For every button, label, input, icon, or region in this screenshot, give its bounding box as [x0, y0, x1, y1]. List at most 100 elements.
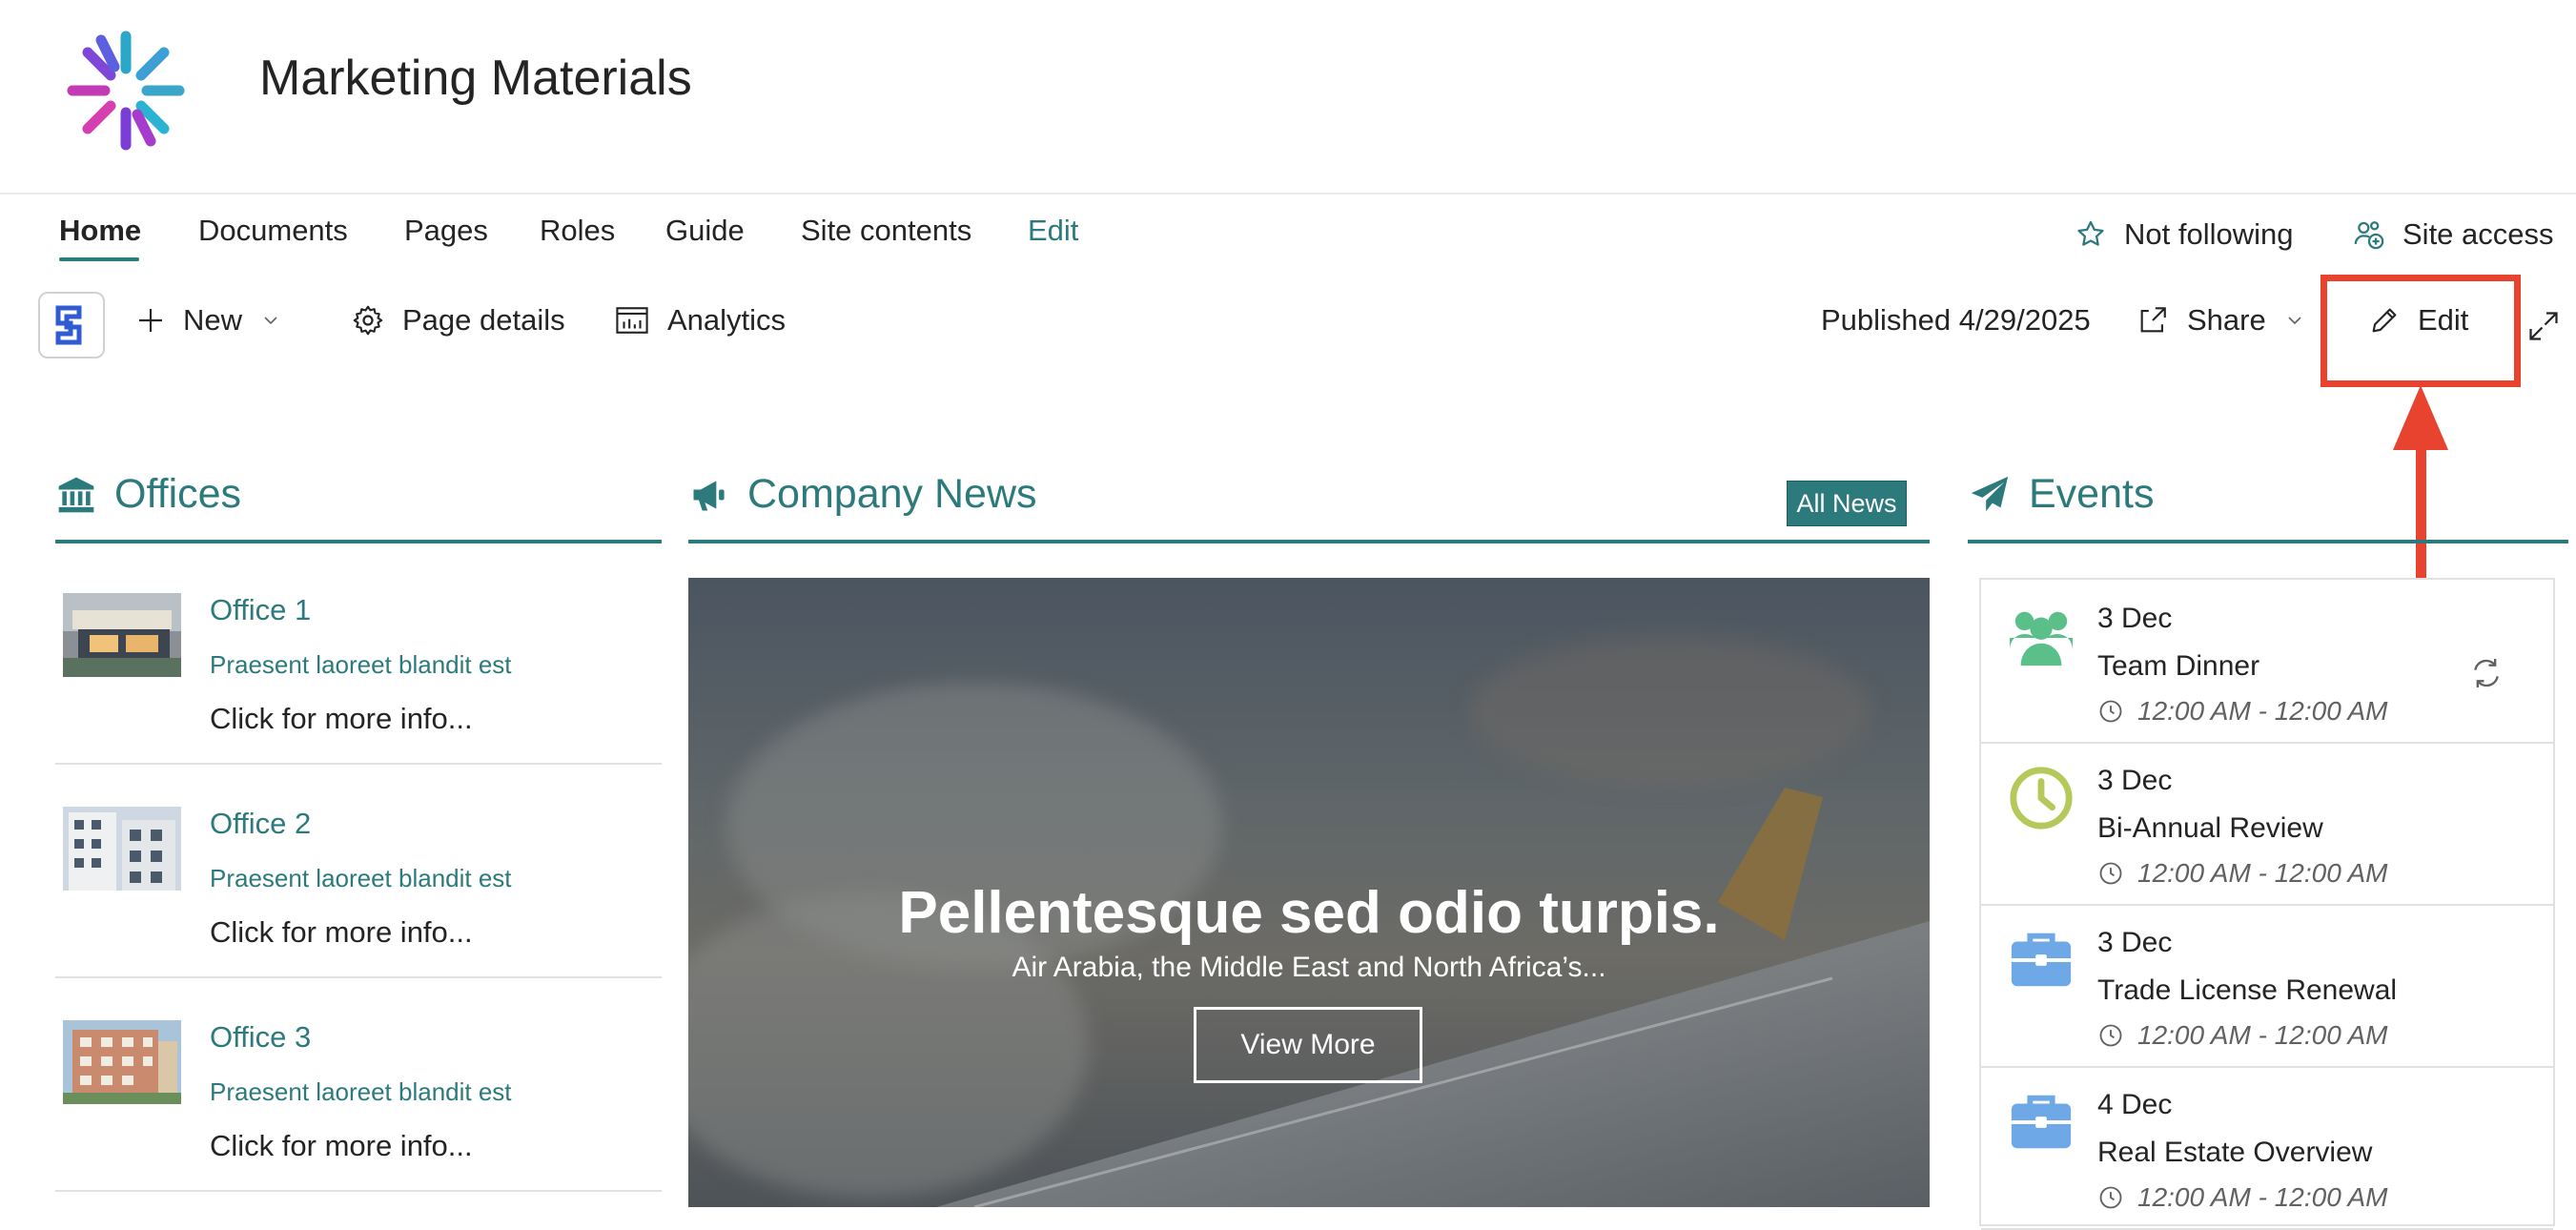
office-card-1[interactable]: Office 1 Praesent laoreet blandit est Cl…	[55, 578, 662, 789]
office-subtitle: Praesent laoreet blandit est	[210, 650, 512, 679]
event-item[interactable]: 3 Dec Team Dinner 12:00 AM - 12:00 AM	[1981, 580, 2553, 744]
nav-item-site-contents[interactable]: Site contents	[801, 214, 971, 248]
event-date: 4 Dec	[2097, 1089, 2173, 1120]
gear-icon	[353, 305, 383, 336]
offices-title: Offices	[114, 471, 242, 517]
chevron-down-icon	[264, 317, 277, 325]
event-time: 12:00 AM - 12:00 AM	[2097, 858, 2388, 889]
follow-button[interactable]: Not following	[2075, 217, 2293, 252]
event-name: Real Estate Overview	[2097, 1137, 2373, 1168]
news-hero[interactable]: Pellentesque sed odio turpis. Air Arabia…	[688, 578, 1930, 1207]
page-details-button[interactable]: Page details	[351, 303, 565, 338]
office-divider	[55, 976, 662, 978]
events-rule	[1968, 540, 2568, 543]
office-subtitle: Praesent laoreet blandit est	[210, 864, 512, 892]
nav-item-roles[interactable]: Roles	[540, 214, 615, 248]
expand-icon	[2529, 312, 2558, 340]
office-title[interactable]: Office 2	[210, 807, 311, 841]
event-date: 3 Dec	[2097, 765, 2173, 796]
events-title: Events	[2029, 471, 2155, 517]
people-icon	[2009, 611, 2074, 666]
office-2-image	[63, 807, 181, 891]
nav-item-guide[interactable]: Guide	[665, 214, 745, 248]
news-title: Company News	[747, 471, 1037, 517]
office-title[interactable]: Office 1	[210, 593, 311, 627]
event-time-label: 12:00 AM - 12:00 AM	[2137, 1182, 2388, 1212]
office-1-image	[63, 593, 181, 677]
event-date: 3 Dec	[2097, 603, 2173, 634]
event-time-label: 12:00 AM - 12:00 AM	[2137, 696, 2388, 726]
expand-button[interactable]	[2526, 309, 2561, 348]
follow-label: Not following	[2124, 217, 2294, 251]
events-header: Events	[1968, 471, 2154, 518]
star-icon	[2077, 220, 2104, 246]
event-time: 12:00 AM - 12:00 AM	[2097, 1182, 2388, 1213]
event-item[interactable]: 3 Dec Trade License Renewal 12:00 AM - 1…	[1981, 904, 2553, 1068]
news-header: Company News	[688, 471, 1037, 518]
offices-rule	[55, 540, 662, 543]
clock-icon	[2099, 1024, 2122, 1047]
news-rule	[688, 540, 1930, 543]
bank-icon	[58, 477, 94, 512]
paper-plane-icon	[1971, 476, 2009, 511]
office-card-2[interactable]: Office 2 Praesent laoreet blandit est Cl…	[55, 791, 662, 1003]
app-logo-icon	[55, 305, 82, 345]
clock-icon	[2010, 767, 2073, 830]
office-more-link[interactable]: Click for more info...	[210, 702, 473, 736]
nav-active-indicator	[59, 257, 139, 261]
page-details-label: Page details	[402, 303, 565, 337]
all-news-button[interactable]: All News	[1787, 481, 1907, 526]
share-label: Share	[2187, 303, 2266, 337]
edit-highlight-box	[2320, 275, 2521, 387]
chevron-down-icon	[2288, 317, 2301, 325]
site-logo[interactable]	[59, 29, 193, 153]
app-launcher-tile[interactable]	[38, 292, 105, 359]
office-title[interactable]: Office 3	[210, 1020, 311, 1055]
clock-icon	[2099, 700, 2122, 723]
nav-item-documents[interactable]: Documents	[198, 214, 348, 248]
plus-icon	[139, 309, 162, 332]
events-list: 3 Dec Team Dinner 12:00 AM - 12:00 AM 3 …	[1979, 578, 2555, 1230]
published-label: Published 4/29/2025	[1821, 303, 2091, 337]
analytics-button[interactable]: Analytics	[614, 303, 786, 338]
event-time-label: 12:00 AM - 12:00 AM	[2137, 858, 2388, 888]
share-button[interactable]: Share	[2136, 303, 2306, 338]
office-divider	[55, 763, 662, 765]
briefcase-icon	[2011, 933, 2072, 987]
event-name: Team Dinner	[2097, 650, 2260, 682]
nav-item-home[interactable]: Home	[59, 214, 141, 248]
published-status: Published 4/29/2025	[1821, 303, 2091, 338]
header-divider	[0, 193, 2576, 195]
nav-edit-link[interactable]: Edit	[1028, 214, 1078, 248]
office-card-3[interactable]: Office 3 Praesent laoreet blandit est Cl…	[55, 1005, 662, 1217]
new-label: New	[183, 303, 243, 337]
office-subtitle: Praesent laoreet blandit est	[210, 1077, 512, 1106]
view-more-button[interactable]: View More	[1194, 1007, 1422, 1083]
event-item[interactable]: 3 Dec Bi-Annual Review 12:00 AM - 12:00 …	[1981, 742, 2553, 906]
site-access-button[interactable]: Site access	[2353, 217, 2554, 252]
office-divider	[55, 1190, 662, 1192]
new-button[interactable]: New	[135, 303, 282, 338]
refresh-icon[interactable]	[2467, 654, 2505, 692]
news-headline: Pellentesque sed odio turpis.	[898, 880, 1720, 946]
site-title[interactable]: Marketing Materials	[259, 50, 692, 107]
site-access-label: Site access	[2402, 217, 2554, 251]
analytics-icon	[616, 307, 648, 334]
megaphone-icon	[693, 480, 725, 510]
event-name: Trade License Renewal	[2097, 974, 2398, 1006]
office-3-image	[63, 1020, 181, 1104]
event-name: Bi-Annual Review	[2097, 812, 2323, 844]
briefcase-icon	[2011, 1095, 2072, 1149]
clock-icon	[2099, 862, 2122, 885]
nav-item-pages[interactable]: Pages	[404, 214, 488, 248]
event-item[interactable]: 4 Dec Real Estate Overview 12:00 AM - 12…	[1981, 1066, 2553, 1230]
office-more-link[interactable]: Click for more info...	[210, 915, 473, 950]
share-icon	[2140, 307, 2166, 333]
event-time: 12:00 AM - 12:00 AM	[2097, 1020, 2388, 1051]
office-more-link[interactable]: Click for more info...	[210, 1129, 473, 1163]
event-time-label: 12:00 AM - 12:00 AM	[2137, 1020, 2388, 1050]
offices-header: Offices	[55, 471, 241, 518]
event-time: 12:00 AM - 12:00 AM	[2097, 696, 2388, 727]
site-logo-icon	[67, 31, 185, 151]
news-subtitle: Air Arabia, the Middle East and North Af…	[1012, 952, 1606, 983]
